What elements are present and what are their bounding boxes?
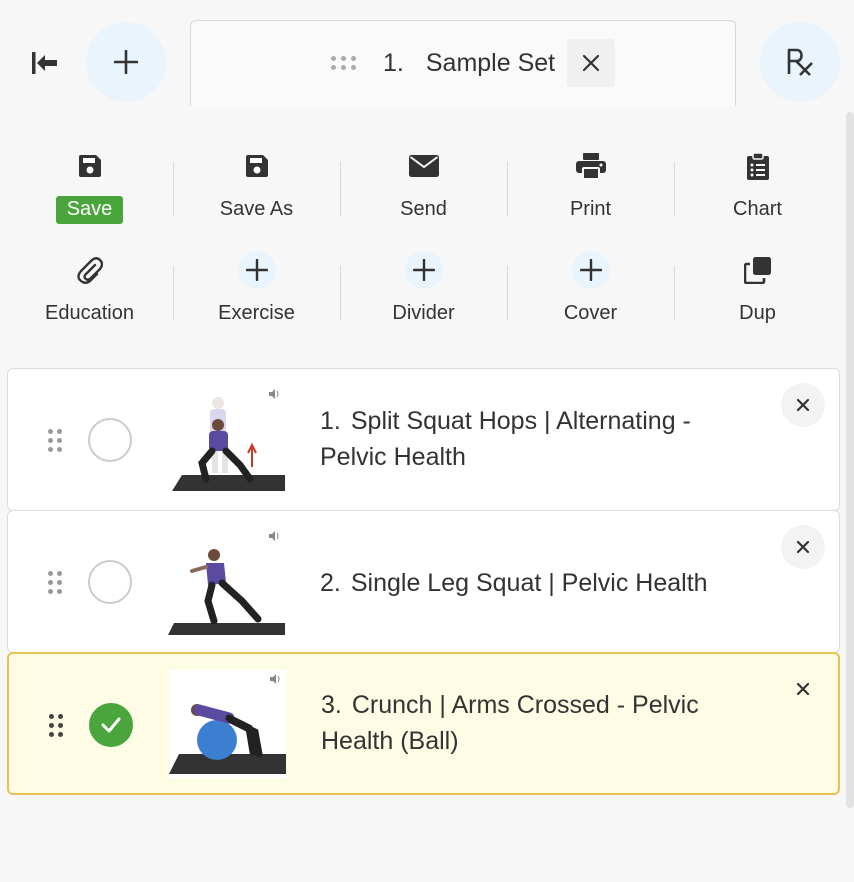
exercise-thumbnail[interactable] — [168, 385, 285, 493]
close-icon — [797, 399, 809, 411]
exercise-title[interactable]: 3. Crunch | Arms Crossed - Pelvic Health … — [321, 687, 751, 759]
close-set-button[interactable] — [567, 39, 616, 87]
plus-icon — [245, 259, 268, 281]
top-bar: 1. Sample Set — [0, 0, 854, 106]
drag-handle-icon[interactable] — [49, 714, 63, 737]
plus-icon — [579, 259, 602, 281]
exercise-name: Single Leg Squat | Pelvic Health — [350, 569, 708, 597]
remove-exercise-button[interactable] — [781, 525, 825, 569]
dup-label: Dup — [739, 302, 776, 324]
save-label: Save — [55, 196, 124, 224]
prescription-button[interactable] — [760, 22, 840, 102]
set-number: 1. — [383, 48, 404, 77]
exercise-name: Crunch | Arms Crossed - Pelvic Health (B… — [321, 691, 699, 755]
exercise-label: Exercise — [218, 302, 295, 324]
exercise-card[interactable]: 1. Split Squat Hops | Alternating - Pelvi… — [7, 368, 840, 511]
plus-icon — [114, 50, 138, 74]
exercise-card-selected[interactable]: 3. Crunch | Arms Crossed - Pelvic Health … — [7, 652, 840, 795]
add-set-button[interactable] — [86, 22, 166, 102]
chart-button[interactable]: Chart — [674, 146, 841, 236]
exercise-title[interactable]: 2. Single Leg Squat | Pelvic Health — [320, 565, 750, 601]
close-icon — [583, 55, 600, 71]
plus-icon — [412, 259, 435, 281]
scrollbar[interactable] — [846, 112, 854, 808]
chart-label: Chart — [733, 198, 782, 220]
select-checkbox[interactable] — [88, 560, 132, 604]
rx-icon — [787, 48, 813, 76]
print-button[interactable]: Print — [507, 146, 674, 236]
drag-handle-icon[interactable] — [48, 429, 62, 452]
drag-handle-icon[interactable] — [331, 56, 357, 70]
exercise-number: 3. — [321, 691, 342, 719]
send-button[interactable]: Send — [340, 146, 507, 236]
close-icon — [797, 541, 809, 553]
speaker-icon[interactable] — [270, 674, 282, 684]
close-icon — [797, 683, 809, 695]
speaker-icon[interactable] — [269, 389, 281, 399]
duplicate-button[interactable]: Dup — [674, 250, 841, 340]
duplicate-icon — [743, 257, 771, 284]
exercise-number: 1. — [320, 407, 341, 435]
drag-handle-icon[interactable] — [48, 571, 62, 594]
remove-exercise-button[interactable] — [781, 383, 825, 427]
education-label: Education — [45, 302, 134, 324]
collapse-left-icon — [32, 52, 57, 74]
split-squat-illustration — [172, 397, 285, 491]
exercise-number: 2. — [320, 569, 341, 597]
add-cover-button[interactable]: Cover — [507, 250, 674, 340]
exercise-thumbnail[interactable] — [168, 527, 285, 635]
toolbar-row-actions: Save Save As Send Print Chart — [6, 146, 846, 236]
send-label: Send — [400, 198, 447, 220]
floppy-disk-icon — [245, 155, 268, 177]
toolbar-row-add: Education Exercise Divider Cover Dup — [6, 250, 846, 340]
remove-exercise-button[interactable] — [781, 667, 825, 711]
save-button[interactable]: Save — [6, 146, 173, 236]
education-button[interactable]: Education — [6, 250, 173, 340]
ball-crunch-illustration — [169, 704, 286, 774]
envelope-icon — [408, 155, 439, 177]
exercise-thumbnail[interactable] — [169, 670, 286, 778]
select-checkbox-checked[interactable] — [89, 703, 133, 747]
save-as-button[interactable]: Save As — [173, 146, 340, 236]
paperclip-icon — [76, 257, 103, 284]
floppy-disk-icon — [78, 155, 101, 177]
cover-label: Cover — [563, 302, 618, 324]
exercise-name: Split Squat Hops | Alternating - Pelvic … — [320, 407, 691, 471]
add-exercise-button[interactable]: Exercise — [173, 250, 340, 340]
print-label: Print — [569, 198, 612, 220]
collapse-panel-button[interactable] — [26, 44, 64, 82]
printer-icon — [575, 153, 606, 180]
divider-label: Divider — [392, 302, 455, 324]
clipboard-icon — [746, 152, 769, 180]
add-divider-button[interactable]: Divider — [340, 250, 507, 340]
speaker-icon[interactable] — [269, 531, 281, 541]
exercise-card[interactable]: 2. Single Leg Squat | Pelvic Health — [7, 510, 840, 653]
select-checkbox[interactable] — [88, 418, 132, 462]
check-icon — [101, 717, 121, 733]
set-name: Sample Set — [425, 48, 556, 77]
set-tab[interactable]: 1. Sample Set — [190, 20, 736, 106]
save-as-label: Save As — [219, 198, 294, 220]
single-leg-squat-illustration — [168, 549, 285, 635]
exercise-title[interactable]: 1. Split Squat Hops | Alternating - Pelvi… — [320, 403, 750, 475]
